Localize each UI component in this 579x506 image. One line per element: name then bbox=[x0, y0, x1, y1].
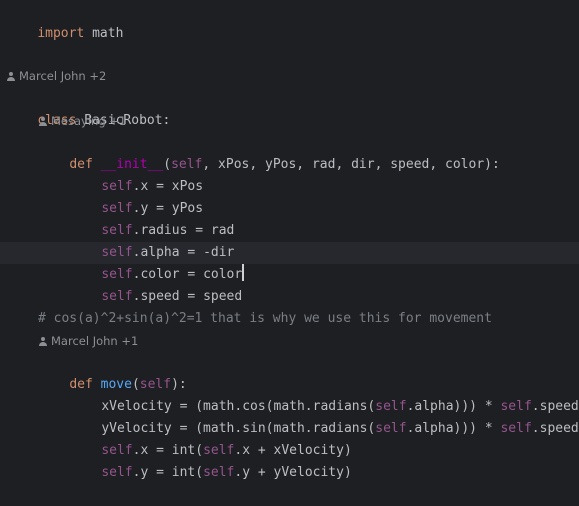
code-author-hint[interactable]: Marcel John +1 bbox=[38, 331, 138, 351]
code-line-assign-color[interactable]: self.color = color bbox=[70, 242, 245, 282]
statement: .speed bbox=[531, 421, 579, 436]
code-line-update-x[interactable]: self.x = int(self.x + xVelocity) bbox=[70, 418, 351, 458]
text-caret bbox=[242, 264, 245, 281]
self-ref: self bbox=[101, 289, 133, 304]
self-ref: self bbox=[203, 465, 235, 480]
author-label: Marcel John +2 bbox=[19, 69, 107, 83]
colon: : bbox=[162, 113, 171, 128]
module-name: math bbox=[84, 26, 124, 41]
params: , xPos, yPos, rad, dir, speed, color): bbox=[202, 157, 500, 172]
statement: .speed = speed bbox=[132, 289, 243, 304]
code-comment[interactable]: # cos(a)^2+sin(a)^2=1 that is why we use… bbox=[38, 308, 492, 330]
code-line-assign-y[interactable]: self.y = yPos bbox=[70, 176, 203, 216]
code-line-assign-alpha[interactable]: self.alpha = -dir bbox=[70, 220, 234, 260]
code-author-hint[interactable]: Mesaying +1 bbox=[38, 111, 126, 131]
self-ref: self bbox=[101, 465, 133, 480]
code-line-init[interactable]: def __init__(self, xPos, yPos, rad, dir,… bbox=[38, 132, 500, 172]
code-line-yvelocity[interactable]: yVelocity = (math.sin(math.radians(self.… bbox=[70, 396, 578, 436]
code-author-hint[interactable]: Marcel John +2 bbox=[6, 66, 106, 86]
self-ref: self bbox=[375, 421, 407, 436]
code-line-assign-speed[interactable]: self.speed = speed bbox=[70, 264, 242, 304]
person-icon bbox=[6, 71, 15, 81]
code-line-move[interactable]: def move(self): bbox=[38, 352, 186, 392]
self-ref: self bbox=[500, 421, 532, 436]
code-line-assign-radius[interactable]: self.radius = rad bbox=[70, 198, 234, 238]
person-icon bbox=[38, 336, 47, 346]
code-line-update-y[interactable]: self.y = int(self.y + yVelocity) bbox=[70, 440, 351, 480]
code-editor[interactable]: import math Marcel John +2 class BasicRo… bbox=[0, 0, 579, 480]
author-label: Mesaying +1 bbox=[51, 114, 127, 128]
statement: .alpha))) * bbox=[406, 421, 501, 436]
author-label: Marcel John +1 bbox=[51, 334, 139, 348]
code-line-xvelocity[interactable]: xVelocity = (math.cos(math.radians(self.… bbox=[70, 374, 578, 414]
statement: .y + yVelocity) bbox=[234, 465, 352, 480]
code-line-1[interactable]: import math bbox=[6, 1, 123, 41]
keyword-import: import bbox=[37, 26, 85, 41]
person-icon bbox=[38, 116, 47, 126]
code-line-class[interactable]: class BasicRobot: bbox=[6, 88, 170, 128]
statement: .y = int( bbox=[132, 465, 204, 480]
code-line-assign-x[interactable]: self.x = xPos bbox=[70, 154, 203, 194]
